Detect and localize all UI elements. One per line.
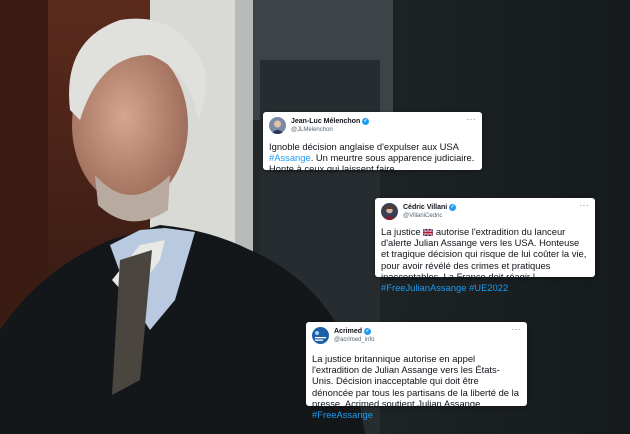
author-name[interactable]: Jean-Luc Mélenchon (291, 117, 360, 126)
author-name[interactable]: Cédric Villani (403, 203, 447, 212)
more-options-icon[interactable]: ··· (580, 202, 590, 210)
author-handle[interactable]: @acrimed_info (334, 336, 374, 345)
more-options-icon[interactable]: ··· (467, 116, 477, 124)
hashtag-link[interactable]: #UE2022 (469, 282, 508, 293)
tweet-header: Jean-Luc Mélenchon ✓ @JLMelenchon ··· (269, 116, 477, 139)
avatar[interactable] (381, 203, 398, 220)
tweet-text-segment: La justice britannique autorise en appel… (312, 353, 519, 409)
avatar[interactable] (269, 117, 286, 134)
verified-badge-icon: ✓ (364, 328, 372, 335)
hashtag-link[interactable]: #FreeAssange (312, 409, 373, 420)
tweet-text: Ignoble décision anglaise d'expulser aux… (269, 141, 476, 175)
uk-flag-icon (423, 228, 434, 236)
tweet-text: La justice britannique autorise en appel… (312, 353, 521, 420)
tweet-text: La justice autorise l'extradition du lan… (381, 226, 589, 293)
more-options-icon[interactable]: ··· (512, 326, 522, 334)
author-handle[interactable]: @VillaniCedric (403, 212, 456, 221)
tweet-text-line: Ignoble décision anglaise d'expulser aux… (269, 141, 459, 152)
tweet-header: Cédric Villani ✓ @VillaniCedric ··· (381, 202, 590, 225)
tweet-card-villani[interactable]: Cédric Villani ✓ @VillaniCedric ··· La ju… (375, 198, 595, 293)
verified-badge-icon: ✓ (449, 204, 457, 211)
avatar[interactable] (312, 327, 329, 344)
tweet-card-acrimed[interactable]: Acrimed ✓ @acrimed_info ··· La justice br… (306, 322, 527, 420)
hashtag-link[interactable]: #FreeJulianAssange (381, 282, 466, 293)
author-name[interactable]: Acrimed (334, 327, 362, 336)
tweet-text-segment: La justice (381, 226, 421, 237)
tweet-card-melenchon[interactable]: Jean-Luc Mélenchon ✓ @JLMelenchon ··· Ign… (263, 112, 482, 174)
verified-badge-icon: ✓ (362, 118, 370, 125)
author-handle[interactable]: @JLMelenchon (291, 126, 369, 135)
hashtag-link[interactable]: #Assange (269, 152, 311, 163)
tweet-header: Acrimed ✓ @acrimed_info ··· (312, 326, 522, 349)
tweet-text-line: . Un meurtre sous apparence judiciaire. (310, 152, 475, 164)
tweet-text-line: Honte à ceux qui laissent faire. (269, 163, 398, 175)
